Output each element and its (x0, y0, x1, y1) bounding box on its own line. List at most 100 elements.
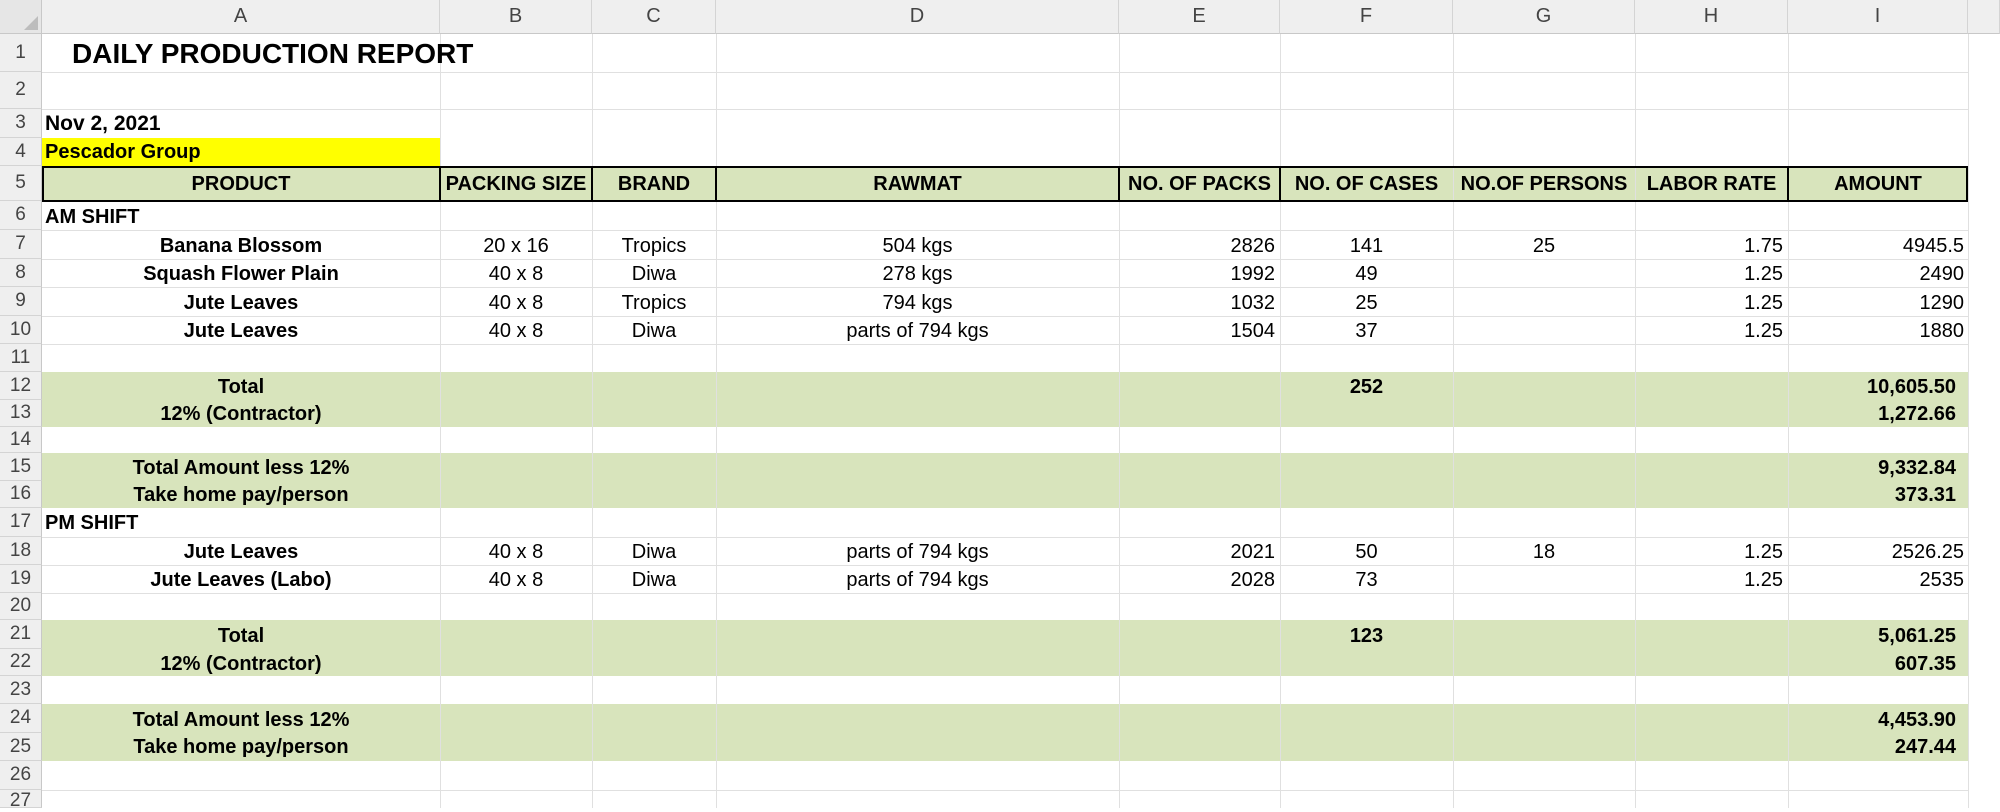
row-header-19[interactable]: 19 (0, 565, 42, 593)
pm-rawmat: parts of 794 kgs (846, 569, 989, 591)
row-header-5[interactable]: 5 (0, 166, 42, 201)
row-header-4[interactable]: 4 (0, 138, 42, 166)
pm-shift-label: PM SHIFT (45, 512, 139, 534)
column-header-f[interactable]: F (1280, 0, 1453, 34)
gridline (440, 34, 441, 808)
row-header-6[interactable]: 6 (0, 201, 42, 230)
pm-contractor-amount: 607.35 (1894, 653, 1956, 675)
header-brand: BRAND (617, 173, 691, 195)
row-header-8[interactable]: 8 (0, 259, 42, 287)
pm-packing-size: 40 x 8 (488, 569, 544, 591)
gridline (1280, 34, 1281, 808)
row-header-15[interactable]: 15 (0, 453, 42, 481)
am-amount: 2490 (1919, 263, 1965, 285)
gridline (42, 537, 1968, 538)
am-product: Jute Leaves (183, 320, 299, 342)
column-header-b[interactable]: B (440, 0, 592, 34)
row-header-1[interactable]: 1 (0, 34, 42, 72)
header-packing-size: PACKING SIZE (445, 173, 587, 195)
am-takehome-label: Take home pay/person (133, 484, 349, 506)
gridline (42, 287, 1968, 288)
am-packing-size: 20 x 16 (483, 235, 549, 257)
gridline (42, 316, 1968, 317)
gridline (1968, 34, 1969, 808)
gridline (42, 593, 1968, 594)
column-header-e[interactable]: E (1119, 0, 1280, 34)
row-header-9[interactable]: 9 (0, 287, 42, 316)
am-rawmat: 278 kgs (882, 263, 953, 285)
am-product: Banana Blossom (159, 235, 323, 257)
row-header-18[interactable]: 18 (0, 537, 42, 565)
am-contractor-amount: 1,272.66 (1878, 403, 1956, 425)
gridline (42, 109, 1968, 110)
pm-persons: 18 (1532, 541, 1556, 563)
header-product: PRODUCT (191, 173, 291, 195)
am-less-label: Total Amount less 12% (132, 457, 350, 479)
gridline (592, 34, 593, 808)
row-header-14[interactable]: 14 (0, 427, 42, 453)
am-labor-rate: 1.25 (1744, 320, 1783, 342)
am-amount: 4945.5 (1902, 235, 1964, 257)
am-rawmat: 794 kgs (882, 292, 953, 314)
row-header-24[interactable]: 24 (0, 704, 42, 733)
row-header-27[interactable]: 27 (0, 790, 42, 811)
row-header-2[interactable]: 2 (0, 72, 42, 109)
am-brand: Diwa (631, 320, 677, 342)
am-cases: 141 (1349, 235, 1384, 257)
select-all-corner[interactable] (0, 0, 42, 34)
am-brand: Tropics (621, 292, 687, 314)
row-header-17[interactable]: 17 (0, 508, 42, 537)
row-header-23[interactable]: 23 (0, 676, 42, 704)
pm-total-cases: 123 (1349, 625, 1384, 647)
row-header-22[interactable]: 22 (0, 649, 42, 676)
am-cases: 25 (1355, 292, 1378, 314)
row-header-3[interactable]: 3 (0, 109, 42, 138)
pm-total-amount: 5,061.25 (1878, 625, 1956, 647)
row-header-10[interactable]: 10 (0, 316, 42, 344)
header-no-of-packs: NO. OF PACKS (1128, 173, 1271, 195)
am-labor-rate: 1.75 (1744, 235, 1783, 257)
pm-packing-size: 40 x 8 (488, 541, 544, 563)
column-header-next[interactable] (1968, 0, 2000, 34)
column-header-c[interactable]: C (592, 0, 716, 34)
gridline (42, 72, 1968, 73)
row-header-26[interactable]: 26 (0, 761, 42, 790)
am-brand: Tropics (621, 235, 687, 257)
am-packs: 1992 (1230, 263, 1276, 285)
row-header-25[interactable]: 25 (0, 733, 42, 761)
row-header-16[interactable]: 16 (0, 481, 42, 508)
gridline (42, 790, 1968, 791)
pm-less-label: Total Amount less 12% (132, 709, 350, 731)
row-header-20[interactable]: 20 (0, 593, 42, 620)
row-header-12[interactable]: 12 (0, 372, 42, 400)
gridline (716, 34, 717, 808)
pm-packs: 2028 (1230, 569, 1276, 591)
header-no-of-cases: NO. OF CASES (1294, 173, 1439, 195)
row-header-11[interactable]: 11 (0, 344, 42, 372)
am-shift-label: AM SHIFT (45, 206, 140, 228)
column-header-a[interactable]: A (42, 0, 440, 34)
am-packs: 1032 (1230, 292, 1276, 314)
column-header-i[interactable]: I (1788, 0, 1968, 34)
column-header-d[interactable]: D (716, 0, 1119, 34)
pm-brand: Diwa (631, 569, 677, 591)
am-labor-rate: 1.25 (1744, 292, 1783, 314)
am-persons: 25 (1532, 235, 1556, 257)
column-header-g[interactable]: G (1453, 0, 1635, 34)
pm-packs: 2021 (1230, 541, 1276, 563)
pm-product: Jute Leaves (183, 541, 299, 563)
select-all-triangle-icon (24, 16, 38, 30)
row-header-13[interactable]: 13 (0, 400, 42, 427)
am-amount: 1880 (1919, 320, 1965, 342)
row-header-21[interactable]: 21 (0, 620, 42, 649)
am-rawmat: parts of 794 kgs (846, 320, 989, 342)
am-product: Jute Leaves (183, 292, 299, 314)
am-total-cases: 252 (1349, 376, 1384, 398)
pm-takehome-amount: 247.44 (1894, 736, 1956, 758)
pm-rawmat: parts of 794 kgs (846, 541, 989, 563)
pm-amount: 2535 (1919, 569, 1965, 591)
row-header-7[interactable]: 7 (0, 230, 42, 259)
gridline (1119, 34, 1120, 808)
spreadsheet-grid[interactable]: A B C D E F G H I 1 2 3 4 5 6 7 8 9 10 1… (0, 0, 2000, 811)
column-header-h[interactable]: H (1635, 0, 1788, 34)
